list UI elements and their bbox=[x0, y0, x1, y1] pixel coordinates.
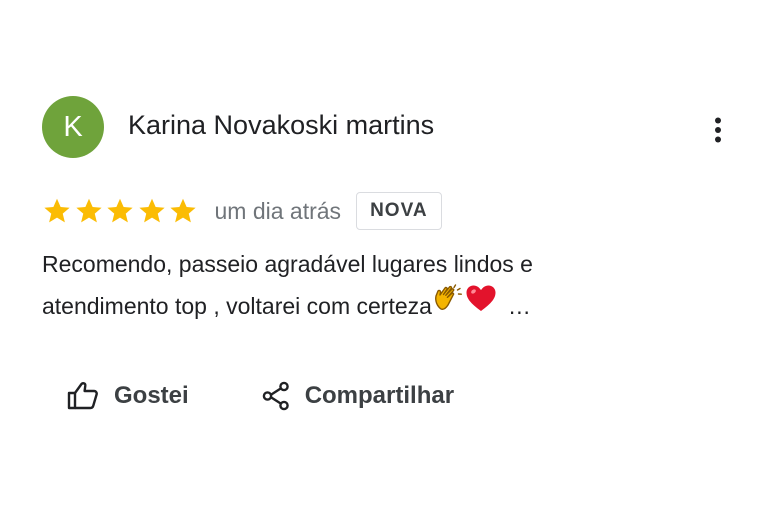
like-button[interactable]: Gostei bbox=[66, 380, 189, 412]
star-icon bbox=[107, 198, 133, 223]
avatar-initial: K bbox=[63, 110, 83, 143]
clapping-hands-emoji bbox=[432, 282, 464, 327]
star-rating bbox=[42, 196, 200, 226]
thumb-up-icon bbox=[66, 380, 100, 412]
review-card: K Karina Novakoski martins um dia atrás … bbox=[0, 0, 768, 512]
share-label: Compartilhar bbox=[304, 382, 455, 409]
share-button[interactable]: Compartilhar bbox=[261, 380, 454, 412]
review-time: um dia atrás bbox=[214, 197, 342, 224]
author-name[interactable]: Karina Novakoski martins bbox=[128, 110, 434, 141]
more-vert-icon bbox=[715, 117, 721, 143]
star-icon bbox=[170, 198, 196, 223]
more-options-button[interactable] bbox=[702, 112, 734, 148]
new-badge: NOVA bbox=[356, 192, 442, 230]
red-heart-emoji bbox=[464, 282, 498, 327]
review-text-line-2: atendimento top , voltarei com certeza bbox=[42, 293, 432, 319]
like-label: Gostei bbox=[114, 382, 189, 409]
share-icon bbox=[261, 380, 291, 412]
review-text: Recomendo, passeio agradável lugares lin… bbox=[42, 243, 702, 327]
star-icon bbox=[44, 198, 70, 223]
review-meta: um dia atrás NOVA bbox=[42, 190, 442, 232]
review-text-line-1: Recomendo, passeio agradável lugares lin… bbox=[42, 251, 533, 277]
review-actions: Gostei Compartilhar bbox=[66, 374, 454, 418]
more-text-ellipsis[interactable]: … bbox=[508, 293, 531, 319]
star-icon bbox=[138, 198, 165, 223]
avatar[interactable]: K bbox=[42, 96, 104, 158]
star-icon bbox=[75, 198, 102, 223]
